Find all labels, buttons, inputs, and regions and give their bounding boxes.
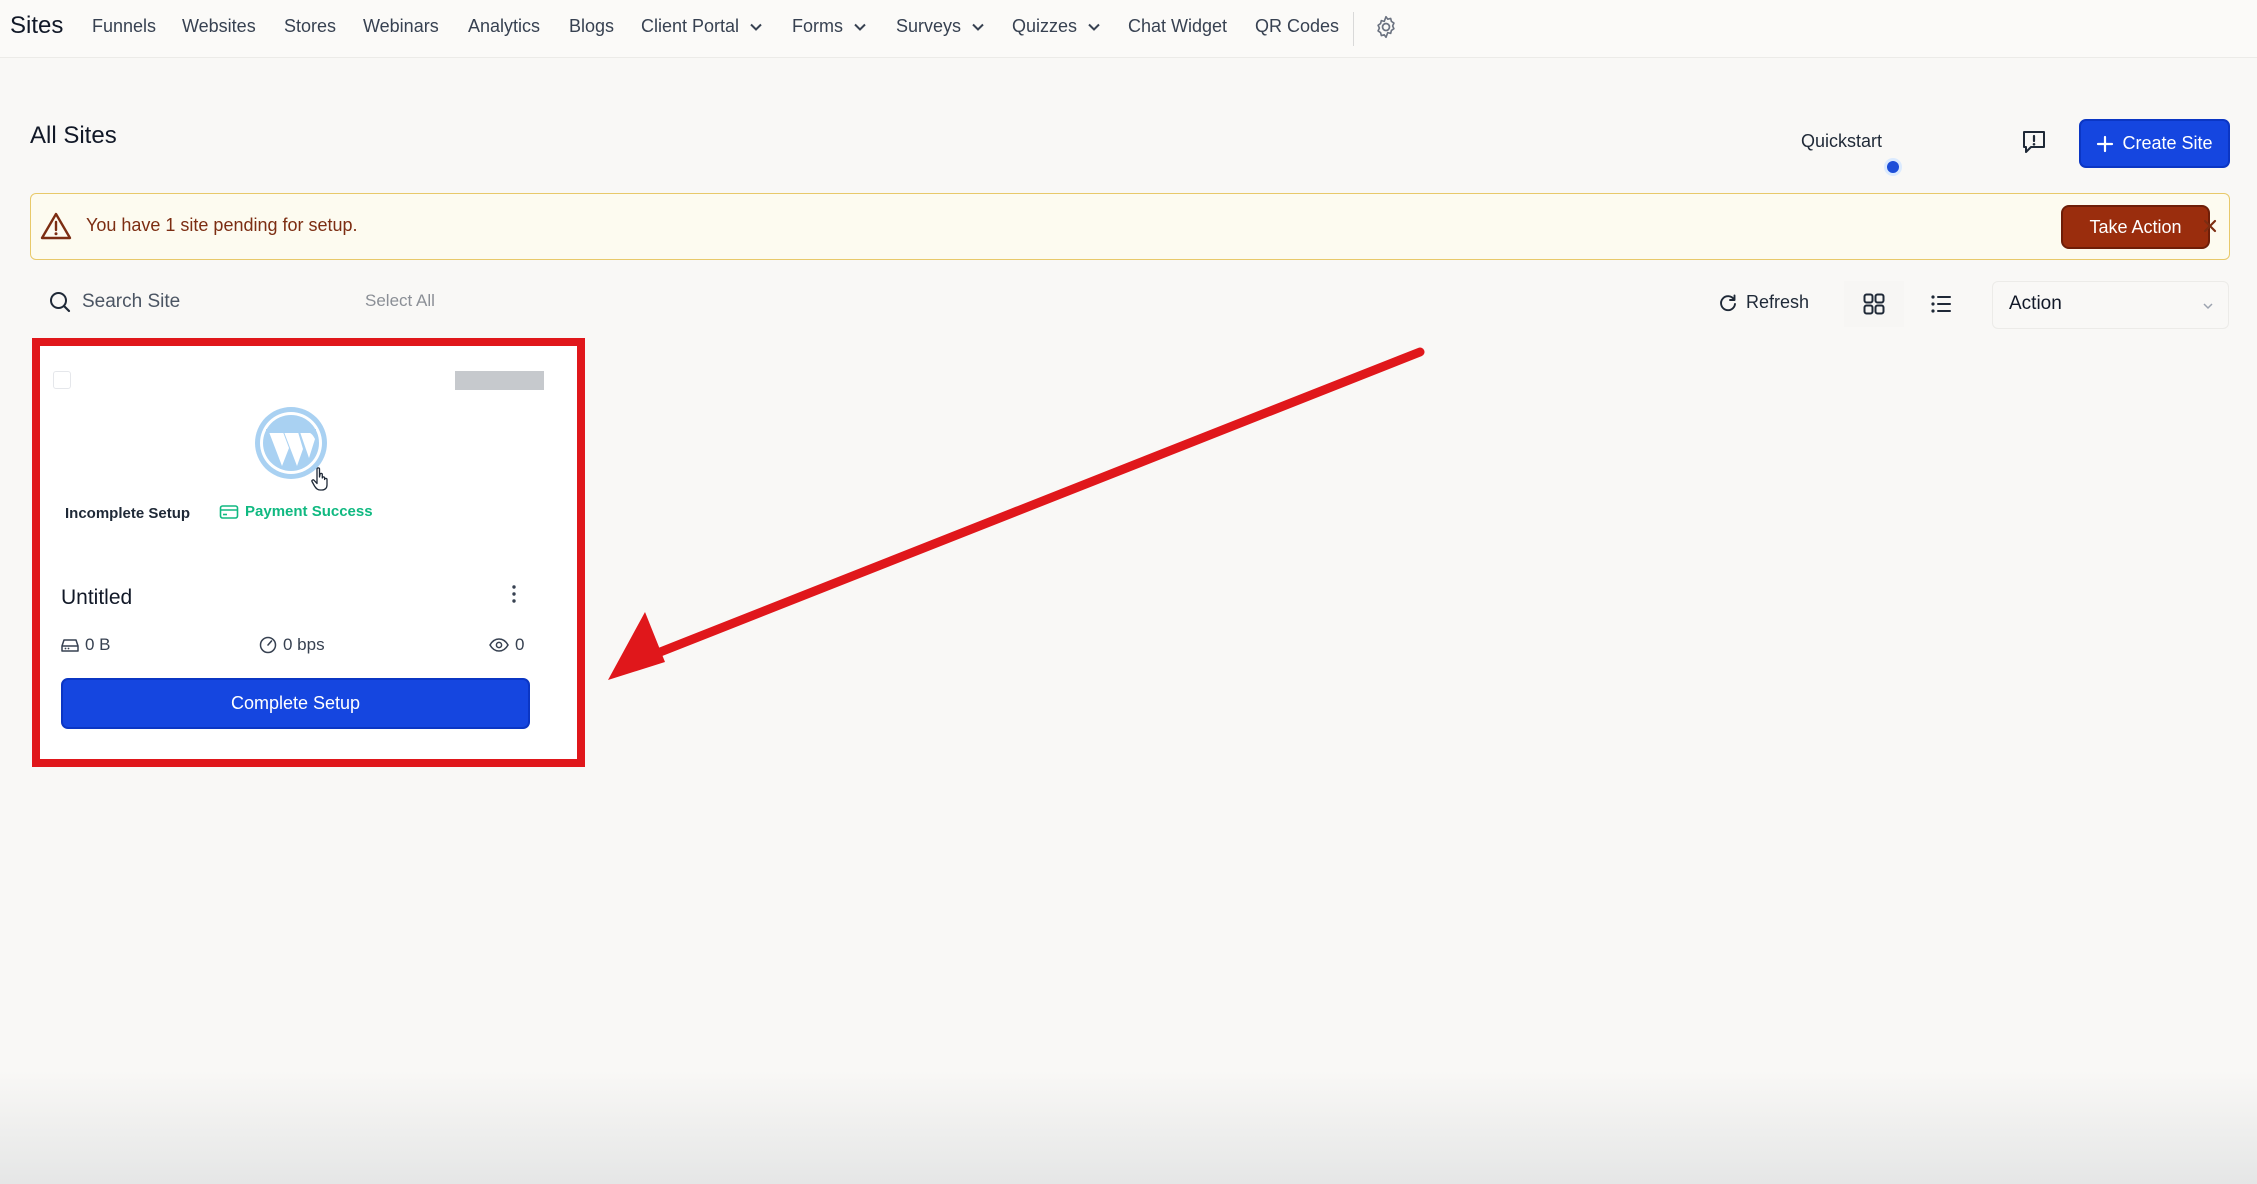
nav-divider bbox=[1353, 12, 1354, 46]
top-navigation: Sites Funnels Websites Stores Webinars A… bbox=[0, 0, 2257, 58]
grid-icon bbox=[1863, 293, 1885, 315]
chevron-down-icon bbox=[854, 23, 866, 31]
pending-setup-alert: You have 1 site pending for setup. Take … bbox=[30, 193, 2230, 260]
chevron-down-icon bbox=[2203, 303, 2213, 310]
chevron-down-icon bbox=[972, 23, 984, 31]
nav-webinars[interactable]: Webinars bbox=[363, 16, 439, 37]
nav-client-portal[interactable]: Client Portal bbox=[641, 16, 763, 37]
refresh-icon bbox=[1720, 294, 1736, 311]
nav-stores[interactable]: Stores bbox=[284, 16, 336, 37]
list-view-button[interactable] bbox=[1911, 281, 1971, 327]
nav-funnels[interactable]: Funnels bbox=[92, 16, 156, 37]
chevron-down-icon bbox=[750, 23, 762, 31]
refresh-label: Refresh bbox=[1746, 292, 1810, 312]
gear-icon[interactable] bbox=[1373, 14, 1399, 40]
page-title: All Sites bbox=[30, 122, 117, 149]
plus-icon bbox=[2097, 135, 2114, 152]
action-dropdown[interactable]: Action bbox=[1992, 281, 2229, 329]
search-box bbox=[48, 290, 322, 314]
action-dropdown-label: Action bbox=[2009, 293, 2062, 314]
progress-dot bbox=[1887, 161, 1899, 173]
app-title: Sites bbox=[10, 12, 64, 39]
quickstart-button[interactable]: Quickstart bbox=[1780, 118, 1970, 173]
nav-quizzes[interactable]: Quizzes bbox=[1012, 16, 1101, 37]
list-icon bbox=[1931, 295, 1951, 313]
feedback-button[interactable] bbox=[2016, 122, 2052, 162]
take-action-button[interactable]: Take Action bbox=[2061, 205, 2210, 249]
search-icon bbox=[50, 292, 71, 313]
nav-chat-widget[interactable]: Chat Widget bbox=[1128, 16, 1227, 37]
select-all-link[interactable]: Select All bbox=[365, 291, 435, 311]
alert-message: You have 1 site pending for setup. bbox=[86, 215, 358, 235]
nav-forms[interactable]: Forms bbox=[792, 16, 867, 37]
nav-analytics[interactable]: Analytics bbox=[468, 16, 540, 37]
nav-qr-codes[interactable]: QR Codes bbox=[1255, 16, 1339, 37]
close-icon[interactable] bbox=[2199, 215, 2221, 237]
nav-surveys[interactable]: Surveys bbox=[896, 16, 985, 37]
create-site-button[interactable]: Create Site bbox=[2079, 119, 2230, 168]
annotation-arrow-icon bbox=[608, 347, 1425, 680]
nav-websites[interactable]: Websites bbox=[182, 16, 256, 37]
warning-icon bbox=[40, 212, 72, 240]
feedback-icon bbox=[2023, 131, 2045, 153]
search-input[interactable] bbox=[82, 291, 322, 313]
chevron-down-icon bbox=[1088, 23, 1100, 31]
annotation-highlight-box bbox=[32, 338, 585, 767]
grid-view-button[interactable] bbox=[1844, 281, 1904, 327]
quickstart-label: Quickstart bbox=[1801, 131, 1883, 151]
bottom-shadow bbox=[0, 1070, 2257, 1184]
refresh-button[interactable]: Refresh bbox=[1718, 292, 1809, 313]
nav-blogs[interactable]: Blogs bbox=[569, 16, 614, 37]
create-site-label: Create Site bbox=[2122, 133, 2213, 153]
